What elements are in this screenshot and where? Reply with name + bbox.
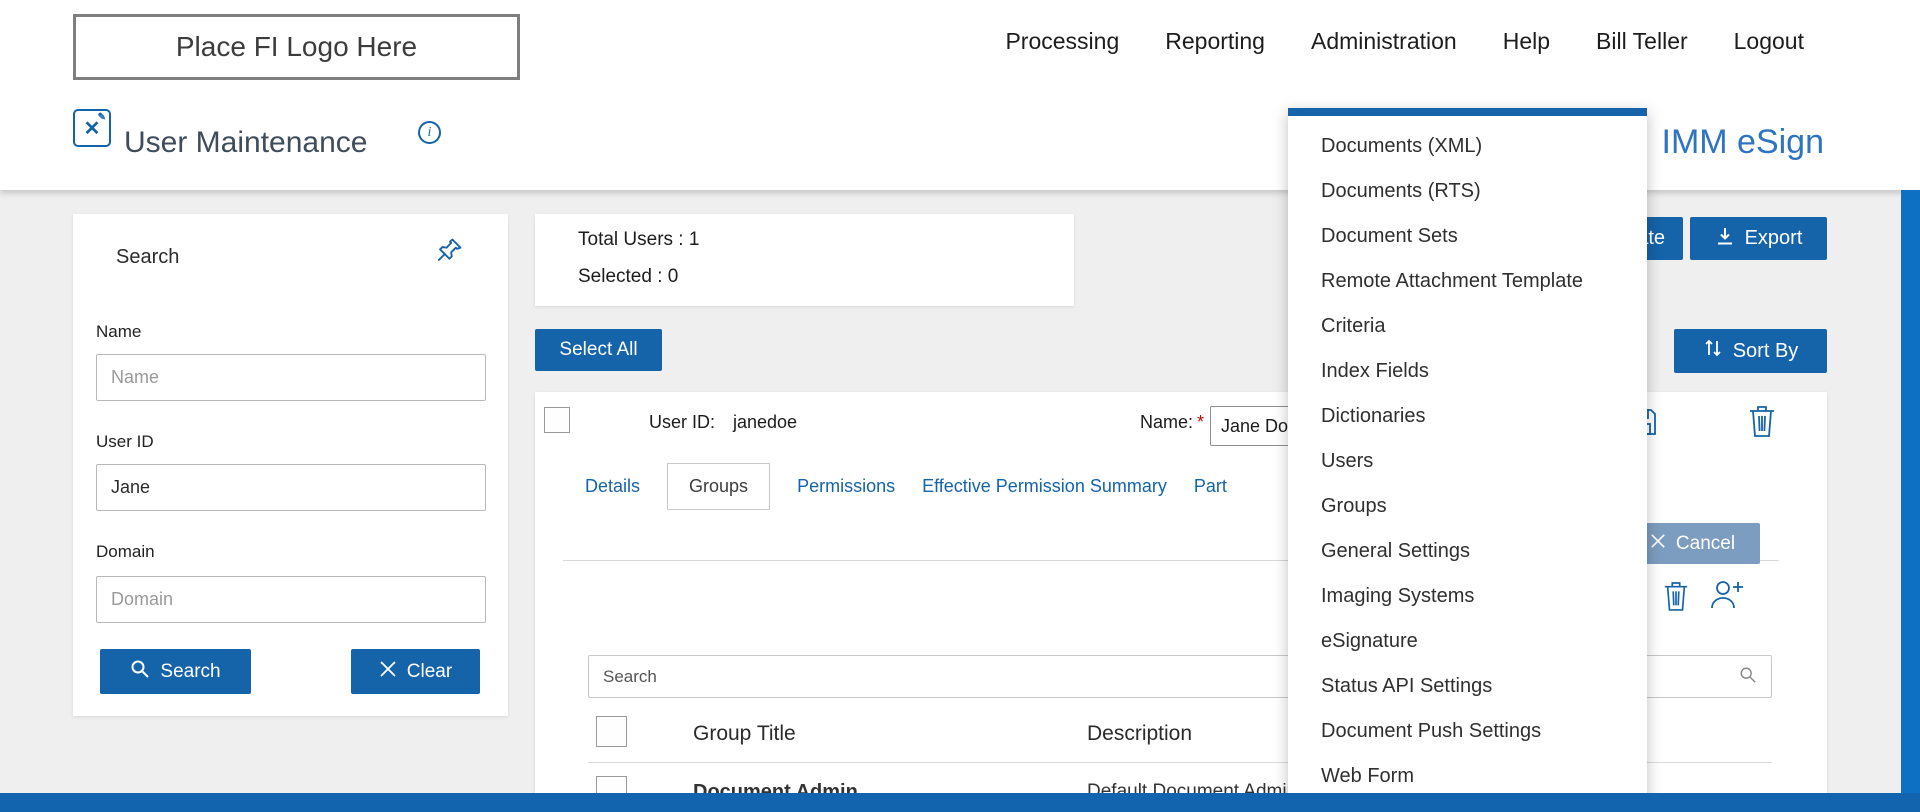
menu-item-documents-xml[interactable]: Documents (XML) — [1288, 124, 1647, 169]
nav-item-reporting[interactable]: Reporting — [1165, 28, 1265, 55]
select-all-groups-checkbox[interactable] — [596, 716, 627, 747]
menu-item-esignature[interactable]: eSignature — [1288, 619, 1647, 664]
group-search-icon[interactable] — [1739, 666, 1757, 689]
tab-part-truncated[interactable]: Part — [1194, 463, 1227, 510]
nav-item-help[interactable]: Help — [1503, 28, 1550, 55]
delete-user-icon[interactable] — [1748, 404, 1776, 443]
nav-item-logout[interactable]: Logout — [1734, 28, 1804, 55]
name-field-label: Name:* — [1140, 412, 1204, 433]
export-button-label: Export — [1745, 227, 1803, 250]
dropdown-items: Documents (XML) Documents (RTS) Document… — [1288, 116, 1647, 807]
top-bar: Place FI Logo Here Processing Reporting … — [0, 0, 1920, 83]
cancel-button-label: Cancel — [1676, 533, 1735, 555]
download-icon — [1715, 226, 1735, 252]
clear-button-label: Clear — [407, 661, 452, 683]
top-nav: Processing Reporting Administration Help… — [1005, 0, 1804, 83]
menu-item-remote-attachment-template[interactable]: Remote Attachment Template — [1288, 259, 1647, 304]
page-title: User Maintenance — [124, 126, 367, 160]
fi-logo-placeholder: Place FI Logo Here — [73, 14, 520, 80]
brand-text: IMM eSign — [1662, 123, 1825, 162]
summary-card: Total Users : 1 Selected : 0 — [535, 214, 1074, 306]
domain-input[interactable] — [96, 576, 486, 623]
menu-item-dictionaries[interactable]: Dictionaries — [1288, 394, 1647, 439]
user-id-label: User ID — [96, 432, 154, 452]
select-all-button[interactable]: Select All — [535, 329, 662, 371]
required-asterisk: * — [1197, 412, 1204, 432]
menu-item-document-sets[interactable]: Document Sets — [1288, 214, 1647, 259]
bottom-bar — [0, 793, 1920, 812]
tab-details[interactable]: Details — [585, 463, 640, 510]
menu-item-document-push-settings[interactable]: Document Push Settings — [1288, 709, 1647, 754]
administration-dropdown: Documents (XML) Documents (RTS) Document… — [1288, 108, 1647, 807]
search-panel: Search Name User ID Domain Search Clear — [73, 214, 508, 716]
info-icon[interactable]: i — [418, 121, 441, 144]
clear-button[interactable]: Clear — [351, 649, 480, 694]
menu-item-status-api-settings[interactable]: Status API Settings — [1288, 664, 1647, 709]
menu-item-imaging-systems[interactable]: Imaging Systems — [1288, 574, 1647, 619]
menu-item-criteria[interactable]: Criteria — [1288, 304, 1647, 349]
selected-count-text: Selected : 0 — [578, 266, 678, 288]
nav-item-administration[interactable]: Administration — [1311, 28, 1457, 55]
menu-item-users[interactable]: Users — [1288, 439, 1647, 484]
total-users-text: Total Users : 1 — [578, 229, 699, 251]
column-group-title: Group Title — [693, 722, 796, 746]
sort-arrows-icon — [1703, 337, 1723, 365]
tab-groups[interactable]: Groups — [667, 463, 770, 510]
domain-label: Domain — [96, 542, 155, 562]
search-icon — [130, 659, 150, 685]
menu-item-documents-rts[interactable]: Documents (RTS) — [1288, 169, 1647, 214]
menu-item-general-settings[interactable]: General Settings — [1288, 529, 1647, 574]
pin-icon[interactable] — [436, 236, 464, 269]
menu-item-groups[interactable]: Groups — [1288, 484, 1647, 529]
right-scroll-strip[interactable] — [1901, 190, 1920, 812]
delete-group-icon[interactable] — [1663, 580, 1689, 617]
tab-permissions[interactable]: Permissions — [797, 463, 895, 510]
name-label: Name — [96, 322, 141, 342]
tab-effective-permission-summary[interactable]: Effective Permission Summary — [922, 463, 1167, 510]
cancel-x-icon — [1650, 533, 1666, 555]
search-panel-title: Search — [116, 246, 179, 269]
nav-item-user[interactable]: Bill Teller — [1596, 28, 1688, 55]
sort-by-button-label: Sort By — [1733, 340, 1799, 363]
add-user-to-group-icon[interactable] — [1709, 578, 1745, 615]
user-id-field-label: User ID: — [649, 412, 715, 433]
name-field-label-text: Name: — [1140, 412, 1193, 432]
export-button[interactable]: Export — [1690, 217, 1827, 260]
search-button-label: Search — [160, 661, 220, 683]
user-id-value: janedoe — [733, 412, 797, 433]
nav-item-processing[interactable]: Processing — [1005, 28, 1119, 55]
clear-icon — [379, 660, 397, 684]
column-description: Description — [1087, 722, 1192, 746]
menu-item-index-fields[interactable]: Index Fields — [1288, 349, 1647, 394]
user-maintenance-icon: ✕ ✎ — [73, 109, 111, 147]
pencil-glyph: ✎ — [98, 113, 106, 123]
dropdown-accent-bar — [1288, 108, 1647, 116]
user-row-checkbox[interactable] — [544, 407, 570, 433]
name-input[interactable] — [96, 354, 486, 401]
sort-by-button[interactable]: Sort By — [1674, 329, 1827, 373]
user-tabs: Details Groups Permissions Effective Per… — [585, 463, 1227, 510]
search-button[interactable]: Search — [100, 649, 251, 694]
user-id-input[interactable] — [96, 464, 486, 511]
